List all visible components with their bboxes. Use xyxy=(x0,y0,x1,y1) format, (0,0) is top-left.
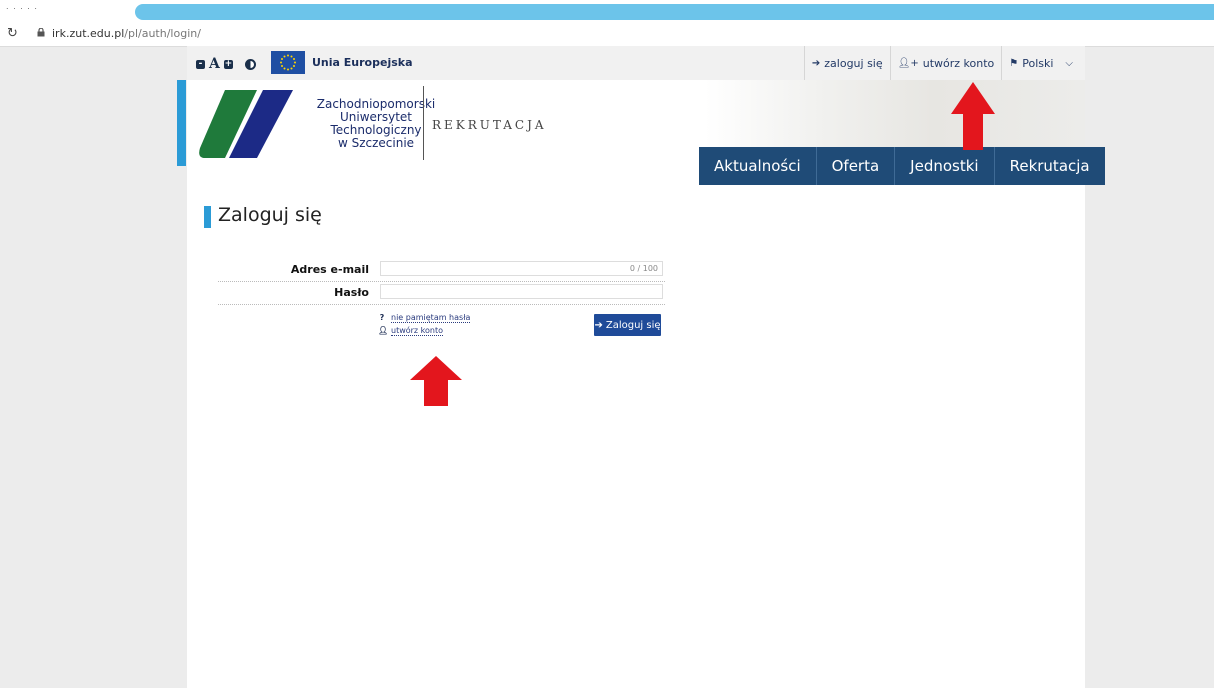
main-navigation: Aktualności Oferta Jednostki Rekrutacja xyxy=(699,147,1105,185)
forgot-password-link[interactable]: ? nie pamiętam hasła xyxy=(378,311,471,324)
university-name-line: w Szczecinie xyxy=(337,136,415,150)
password-row: Hasło xyxy=(218,282,665,305)
browser-tabstrip: . . . . . xyxy=(0,0,1214,22)
form-links: ? nie pamiętam hasła 👤︎ utwórz konto xyxy=(378,311,471,337)
login-button[interactable]: ➔ Zaloguj się xyxy=(594,314,661,336)
nav-jednostki[interactable]: Jednostki xyxy=(895,147,995,185)
font-size-label[interactable]: A xyxy=(209,56,220,72)
login-icon: ➔ xyxy=(594,319,603,331)
eu-flag-icon xyxy=(271,51,305,74)
create-account-link[interactable]: 👤︎ utwórz konto xyxy=(378,324,470,337)
tab-title-stub[interactable]: . . . . . xyxy=(6,2,38,11)
top-register-label: utwórz konto xyxy=(922,56,995,70)
active-tab[interactable] xyxy=(135,4,1214,20)
question-icon: ? xyxy=(379,313,385,322)
password-label: Hasło xyxy=(334,286,369,299)
title-accent xyxy=(204,206,211,228)
create-account-label: utwórz konto xyxy=(391,325,444,336)
page-title: Zaloguj się xyxy=(218,204,322,226)
user-plus-icon: 👤︎ xyxy=(378,326,389,335)
login-icon: ➔ xyxy=(811,57,821,69)
url-text[interactable]: irk.zut.edu.pl/pl/auth/login/ xyxy=(52,27,201,40)
email-label: Adres e-mail xyxy=(290,263,369,276)
top-navigation: ➔ zaloguj się 👤︎+ utwórz konto ⚑ Polski … xyxy=(803,46,1085,80)
email-counter: 0 / 100 xyxy=(629,264,658,273)
arrow-up-icon xyxy=(951,82,995,150)
language-label: Polski xyxy=(1022,56,1054,70)
top-register-link[interactable]: 👤︎+ utwórz konto xyxy=(889,46,1002,80)
header-divider xyxy=(423,86,424,160)
nav-rekrutacja[interactable]: Rekrutacja xyxy=(995,147,1105,185)
nav-aktualnosci[interactable]: Aktualności xyxy=(699,147,817,185)
login-form: Adres e-mail 0 / 100 Hasło xyxy=(218,259,665,305)
contrast-icon[interactable] xyxy=(244,58,256,70)
reload-icon[interactable]: ↻ xyxy=(7,26,18,41)
font-decrease-icon[interactable]: - xyxy=(196,59,205,69)
forgot-password-label: nie pamiętam hasła xyxy=(391,312,471,323)
url-host: irk.zut.edu.pl xyxy=(52,27,125,40)
eu-label[interactable]: Unia Europejska xyxy=(312,56,413,69)
address-bar[interactable]: ↻ irk.zut.edu.pl/pl/auth/login/ xyxy=(0,22,1214,47)
login-button-label: Zaloguj się xyxy=(605,319,661,331)
top-bar: - A + Unia Europejska ➔ zaloguj się 👤︎+ … xyxy=(187,46,1085,80)
flag-icon: ⚑ xyxy=(1009,57,1019,69)
font-increase-icon[interactable]: + xyxy=(223,59,233,69)
header-accent xyxy=(177,80,186,166)
accessibility-tools: - A + xyxy=(196,56,256,72)
email-row: Adres e-mail 0 / 100 xyxy=(218,259,665,282)
email-field[interactable]: 0 / 100 xyxy=(380,261,663,276)
nav-oferta[interactable]: Oferta xyxy=(817,147,896,185)
lock-icon xyxy=(37,28,45,37)
url-path: /pl/auth/login/ xyxy=(124,27,201,40)
password-field[interactable] xyxy=(380,284,663,299)
chevron-down-icon: ⌵ xyxy=(1065,57,1073,69)
top-login-label: zaloguj się xyxy=(824,56,883,70)
user-plus-icon: 👤︎+ xyxy=(897,57,919,69)
section-name: REKRUTACJA xyxy=(432,118,547,132)
top-login-link[interactable]: ➔ zaloguj się xyxy=(803,46,890,80)
language-selector[interactable]: ⚑ Polski ⌵ xyxy=(1001,46,1085,80)
arrow-up-icon xyxy=(410,356,462,406)
